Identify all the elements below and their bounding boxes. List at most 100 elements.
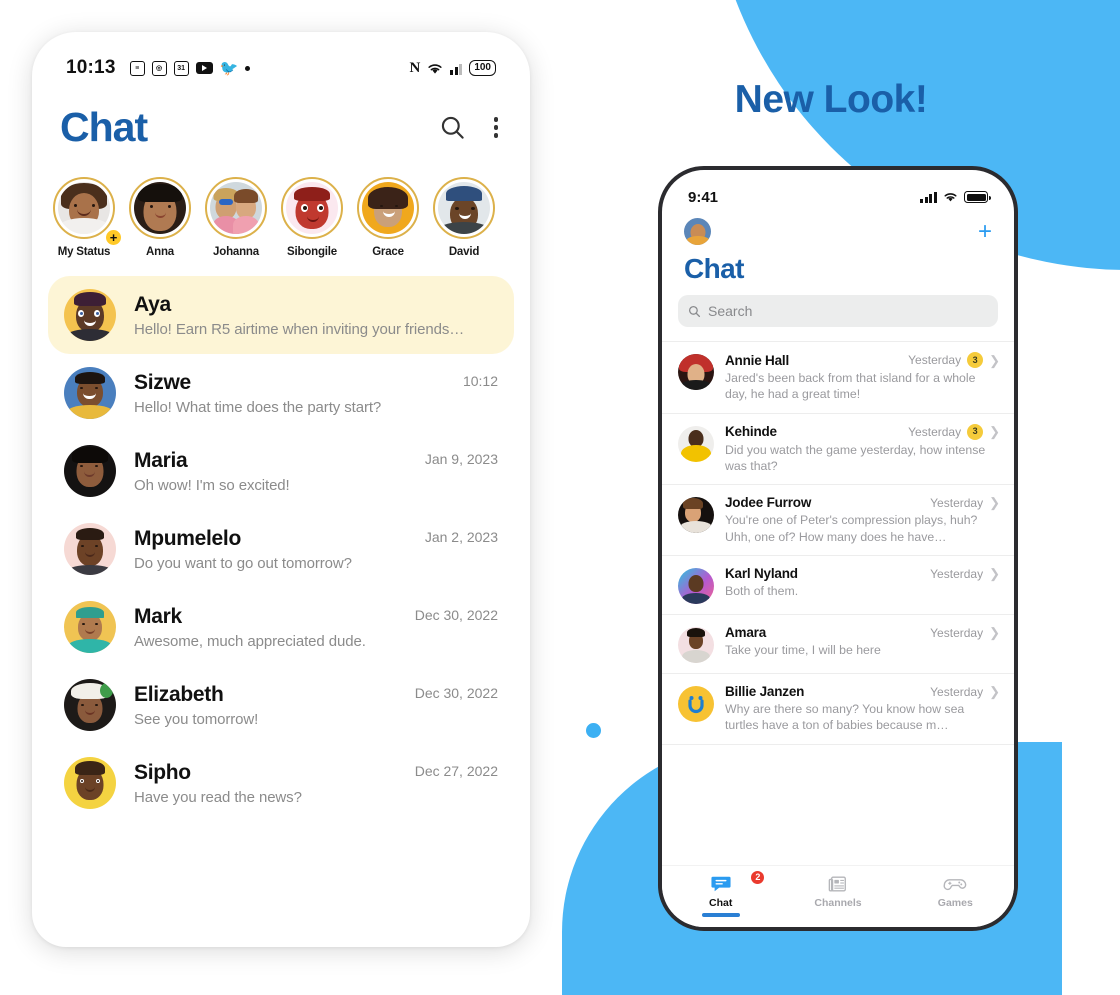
story-ring — [357, 177, 419, 239]
chat-bubble-icon — [711, 876, 731, 892]
avatar — [362, 182, 414, 234]
chat-date: Yesterday — [930, 625, 984, 640]
chat-row-body: Karl Nyland Yesterday ❯ Both of them. — [725, 566, 1000, 599]
chat-row-body: Aya Hello! Earn R5 airtime when inviting… — [134, 292, 498, 338]
story-item-johanna[interactable]: Johanna — [198, 177, 274, 258]
tab-channels[interactable]: Channels — [779, 874, 896, 909]
story-label: Johanna — [213, 246, 259, 258]
story-item-sibongile[interactable]: Sibongile — [274, 177, 350, 258]
chat-list-item-billie-janzen[interactable]: Billie Janzen Yesterday ❯ Why are there … — [662, 674, 1014, 745]
story-label: Anna — [146, 246, 174, 258]
chat-list-item-karl-nyland[interactable]: Karl Nyland Yesterday ❯ Both of them. — [662, 556, 1014, 616]
chat-name: Billie Janzen — [725, 684, 805, 700]
tab-label: Games — [937, 897, 973, 909]
chat-row-body: Billie Janzen Yesterday ❯ Why are there … — [725, 684, 1000, 734]
chat-name: Kehinde — [725, 424, 777, 440]
story-item-grace[interactable]: Grace — [350, 177, 426, 258]
chat-time: Dec 30, 2022 — [414, 685, 498, 701]
calendar-icon: 31 — [173, 60, 189, 76]
chat-list-item-sipho[interactable]: Sipho Have you read the news? Dec 27, 20… — [48, 744, 514, 822]
newspaper-icon — [828, 876, 846, 892]
chat-date: Yesterday — [908, 424, 962, 439]
story-ring — [433, 177, 495, 239]
overflow-menu-icon[interactable] — [490, 113, 503, 142]
avatar — [64, 679, 116, 731]
chat-list-item-sizwe[interactable]: Sizwe Hello! What time does the party st… — [48, 354, 514, 432]
android-header: Chat — [32, 90, 530, 151]
avatar — [64, 523, 116, 575]
chat-row-body: Mpumelelo Do you want to go out tomorrow… — [134, 526, 407, 572]
chat-preview: Have you read the news? — [134, 789, 302, 807]
profile-avatar[interactable] — [684, 218, 711, 245]
status-system-icons: N 100 — [409, 60, 496, 77]
android-chat-list: Aya Hello! Earn R5 airtime when inviting… — [32, 258, 530, 822]
chevron-right-icon: ❯ — [989, 684, 1000, 700]
chat-list-item-mpumelelo[interactable]: Mpumelelo Do you want to go out tomorrow… — [48, 510, 514, 588]
tab-label: Channels — [814, 897, 862, 909]
avatar — [678, 425, 714, 462]
avatar — [64, 601, 116, 653]
battery-icon: 100 — [469, 60, 496, 76]
tab-badge: 2 — [750, 870, 766, 885]
chevron-right-icon: ❯ — [989, 352, 1000, 368]
chat-row-body: Sizwe Hello! What time does the party st… — [134, 370, 445, 416]
chat-list-item-mark[interactable]: Mark Awesome, much appreciated dude. Dec… — [48, 588, 514, 666]
chat-list-item-annie-hall[interactable]: Annie Hall Yesterday 3 ❯ Jared's been ba… — [662, 341, 1014, 414]
tab-chat[interactable]: 2 Chat — [662, 870, 779, 917]
chat-preview: Take your time, I will be here — [725, 643, 881, 658]
chat-preview: Both of them. — [725, 584, 799, 599]
avatar — [286, 182, 338, 234]
story-item-david[interactable]: David — [426, 177, 502, 258]
chat-meta: Yesterday ❯ — [930, 567, 1000, 581]
chat-name: Aya — [134, 292, 171, 316]
search-input[interactable]: Search — [678, 295, 998, 327]
ios-tab-bar: 2 Chat Channels Games — [662, 865, 1014, 927]
chat-list-item-jodee-furrow[interactable]: Jodee Furrow Yesterday ❯ You're one of P… — [662, 485, 1014, 557]
story-label: David — [448, 246, 480, 258]
story-label: Grace — [372, 246, 404, 258]
story-item-my-status[interactable]: + My Status — [46, 177, 123, 258]
tab-active-indicator — [701, 913, 740, 917]
promo-canvas: New Look! 10:13 ≡ ◎ 31 🐦 N 100 Chat + My… — [0, 0, 1120, 995]
chevron-right-icon: ❯ — [989, 424, 1000, 440]
status-notification-icons: ≡ ◎ 31 🐦 — [129, 60, 251, 76]
chat-meta: Yesterday 3 ❯ — [908, 352, 1000, 368]
chat-list-item-elizabeth[interactable]: Elizabeth See you tomorrow! Dec 30, 2022 — [48, 666, 514, 744]
chat-name: Sipho — [134, 760, 191, 784]
story-ring — [53, 177, 115, 239]
story-ring — [281, 177, 343, 239]
search-placeholder: Search — [708, 303, 753, 319]
chat-list-item-amara[interactable]: Amara Yesterday ❯ Take your time, I will… — [662, 615, 1014, 675]
ios-status-bar: 9:41 — [662, 170, 1014, 210]
chat-name: Maria — [134, 448, 188, 472]
chat-list-item-maria[interactable]: Maria Oh wow! I'm so excited! Jan 9, 202… — [48, 432, 514, 510]
android-status-bar: 10:13 ≡ ◎ 31 🐦 N 100 — [32, 32, 530, 90]
chat-name: Elizabeth — [134, 682, 224, 706]
search-icon[interactable] — [439, 114, 466, 141]
promo-headline: New Look! — [734, 78, 928, 121]
gamepad-icon — [943, 879, 967, 891]
chat-row-header: Karl Nyland Yesterday ❯ — [725, 566, 1000, 581]
chat-preview: Jared's been back from that island for a… — [725, 371, 976, 402]
chat-date: Yesterday — [930, 566, 984, 581]
chat-row-body: Jodee Furrow Yesterday ❯ You're one of P… — [725, 495, 1000, 545]
background-dot — [586, 723, 601, 738]
chat-list-item-aya[interactable]: Aya Hello! Earn R5 airtime when inviting… — [48, 276, 514, 354]
story-item-anna[interactable]: Anna — [122, 177, 198, 258]
chat-preview: Why are there so many? You know how sea … — [725, 702, 965, 733]
chat-list-item-kehinde[interactable]: Kehinde Yesterday 3 ❯ Did you watch the … — [662, 414, 1014, 486]
add-status-icon[interactable]: + — [104, 228, 123, 247]
page-title: Chat — [684, 253, 744, 284]
story-ring — [129, 177, 191, 239]
chat-row-header: Jodee Furrow Yesterday ❯ — [725, 495, 1000, 510]
tab-games[interactable]: Games — [897, 874, 1014, 909]
chat-meta: Yesterday ❯ — [930, 685, 1000, 699]
youtube-icon — [195, 62, 213, 74]
avatar — [678, 354, 714, 390]
chat-time: Dec 30, 2022 — [414, 607, 498, 623]
chat-name: Mpumelelo — [134, 526, 241, 550]
search-icon — [688, 305, 701, 317]
new-chat-button[interactable]: + — [978, 219, 992, 244]
chat-name: Sizwe — [134, 370, 191, 394]
chat-preview: Do you want to go out tomorrow? — [134, 555, 352, 573]
